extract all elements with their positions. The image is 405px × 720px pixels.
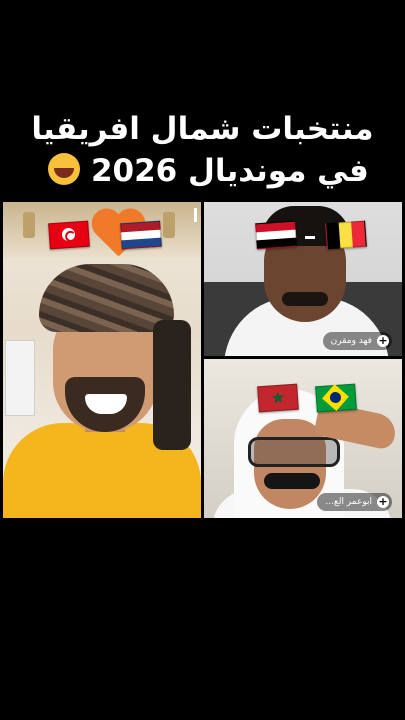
laughing-emoji-icon (48, 152, 81, 185)
participant-tile-left[interactable] (3, 202, 201, 518)
ceiling-lamp-icon (23, 212, 35, 238)
participant-name-tag[interactable]: فهد ومقرن + (322, 332, 392, 350)
participant-turban (39, 264, 174, 332)
video-caption: منتخبات شمال افريقيا في مونديال 2026 (0, 108, 405, 192)
participant-mustache (264, 473, 320, 489)
participant-name: فهد ومقرن (330, 336, 372, 346)
versus-dash (305, 236, 315, 239)
participant-mustache (282, 292, 328, 306)
add-icon[interactable]: + (377, 496, 389, 508)
participant-name-tag[interactable]: ابوعمر الع... + (317, 493, 392, 511)
belgium-flag-icon (325, 220, 367, 250)
participant-name: ابوعمر الع... (325, 497, 372, 507)
tunisia-flag-icon (48, 220, 90, 250)
live-video-grid: فهد ومقرن + ابوعمر الع... + (3, 202, 402, 518)
pause-icon[interactable] (194, 208, 201, 222)
caption-line-2: في مونديال 2026 (0, 150, 405, 192)
egypt-flag-icon (255, 220, 297, 250)
caption-line-1: منتخبات شمال افريقيا (31, 111, 374, 147)
air-conditioner (5, 340, 35, 416)
brazil-flag-icon (315, 383, 357, 413)
morocco-flag-icon (257, 383, 299, 413)
add-icon[interactable]: + (377, 335, 389, 347)
ceiling-lamp-icon (163, 212, 175, 238)
caption-line-2-text: في مونديال 2026 (90, 153, 369, 189)
participant-glasses (248, 437, 340, 467)
participant-tile-top-right[interactable]: فهد ومقرن + (204, 202, 402, 356)
netherlands-flag-icon (120, 220, 162, 250)
video-frame: منتخبات شمال افريقيا في مونديال 2026 فهد… (0, 0, 405, 720)
participant-tile-bottom-right[interactable]: ابوعمر الع... + (204, 359, 402, 518)
participant-scarf (153, 320, 191, 450)
